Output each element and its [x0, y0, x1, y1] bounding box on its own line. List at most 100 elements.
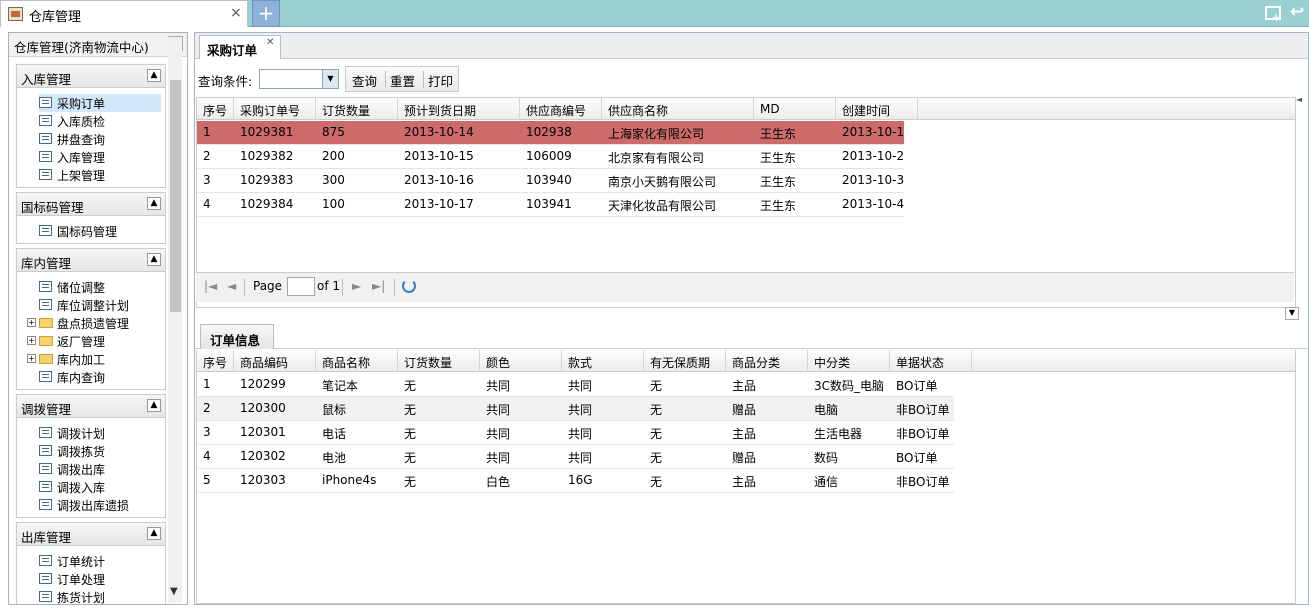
column-header[interactable]: 订货数量 — [316, 98, 398, 120]
column-header[interactable]: 创建时间 — [836, 98, 918, 120]
table-row[interactable]: 1 1029381 875 2013-10-14 102938 上海家化有限公司 王生东 20… — [197, 121, 904, 145]
collapse-group-icon[interactable]: ▲ — [147, 69, 161, 82]
table-cell: 16G — [568, 473, 593, 487]
nav-item[interactable]: 调拨计划 — [39, 424, 161, 442]
column-header[interactable]: 颜色 — [480, 350, 562, 372]
nav-item[interactable]: 订单处理 — [39, 570, 161, 588]
table-row[interactable]: 2 120300 鼠标 无 共同 共同 无 赠品 电脑 非BO订单 — [197, 397, 954, 421]
column-header[interactable]: 款式 — [562, 350, 644, 372]
nav-item[interactable]: 调拨出库 — [39, 460, 161, 478]
nav-item[interactable]: + 库内加工 — [27, 350, 161, 368]
collapse-down-icon[interactable]: ▼ — [1285, 307, 1299, 320]
scroll-down-icon[interactable]: ▼ — [170, 586, 178, 597]
prev-page-icon[interactable]: ◄ — [227, 279, 236, 293]
nav-group-title: 调拨管理 — [21, 402, 72, 417]
table-row[interactable]: 3 120301 电话 无 共同 共同 无 主品 生活电器 非BO订单 — [197, 421, 954, 445]
query-condition-select[interactable]: ▼ — [259, 69, 339, 89]
nav-item[interactable]: 上架管理 — [39, 166, 161, 184]
refresh-icon[interactable] — [402, 279, 416, 293]
column-header[interactable]: 序号 — [197, 350, 234, 372]
column-header[interactable]: 采购订单号 — [234, 98, 316, 120]
nav-item-label: 采购订单 — [57, 97, 106, 111]
column-header[interactable]: 有无保质期 — [644, 350, 726, 372]
nav-item[interactable]: 库内查询 — [39, 368, 161, 386]
table-cell: 1 — [203, 377, 211, 391]
tab-order-info-label: 订单信息 — [210, 333, 261, 348]
close-tab-icon[interactable]: × — [230, 5, 242, 21]
nav-item[interactable]: 拼盘查询 — [39, 130, 161, 148]
nav-item[interactable]: 订单统计 — [39, 552, 161, 570]
nav-item[interactable]: 库位调整计划 — [39, 296, 161, 314]
nav-item[interactable]: 调拨出库遗损 — [39, 496, 161, 514]
nav-item[interactable]: 拣货计划 — [39, 588, 161, 604]
tab-order-info[interactable]: 订单信息 — [200, 324, 274, 349]
reset-button[interactable]: 重置 — [390, 71, 415, 90]
column-header[interactable]: 供应商编号 — [520, 98, 602, 120]
nav-group-header[interactable]: 调拨管理 ▲ — [17, 395, 165, 418]
tab-purchase-order[interactable]: 采购订单 ✕ — [199, 35, 281, 59]
column-header[interactable]: 供应商名称 — [602, 98, 754, 120]
nav-item[interactable]: + 盘点损遗管理 — [27, 314, 161, 332]
chevron-down-icon[interactable]: ▼ — [322, 70, 338, 88]
column-header[interactable]: MD — [754, 98, 836, 120]
print-button[interactable]: 打印 — [428, 71, 453, 90]
nav-group-header[interactable]: 出库管理 ▲ — [17, 523, 165, 546]
nav-item[interactable]: + 返厂管理 — [27, 332, 161, 350]
table-cell: 1029382 — [240, 149, 294, 163]
nav-item[interactable]: 调拨入库 — [39, 478, 161, 496]
collapse-group-icon[interactable]: ▲ — [147, 527, 161, 540]
panel-resize-icon[interactable]: ◄ — [1296, 95, 1308, 115]
table-cell: 无 — [404, 475, 417, 489]
nav-group-header[interactable]: 国标码管理 ▲ — [17, 193, 165, 216]
collapse-group-icon[interactable]: ▲ — [147, 253, 161, 266]
tab-purchase-order-label: 采购订单 — [207, 43, 258, 58]
nav-group-title: 国标码管理 — [21, 200, 84, 215]
nav-item[interactable]: 国标码管理 — [39, 222, 161, 240]
table-row[interactable]: 4 120302 电池 无 共同 共同 无 赠品 数码 BO订单 — [197, 445, 954, 469]
next-page-icon[interactable]: ► — [352, 279, 361, 293]
nav-item[interactable]: 储位调整 — [39, 278, 161, 296]
column-header[interactable]: 序号 — [197, 98, 234, 120]
table-cell: 共同 — [486, 427, 511, 441]
expand-icon[interactable]: + — [27, 354, 36, 363]
table-row[interactable]: 5 120303 iPhone4s 无 白色 16G 无 主品 通信 非BO订单 — [197, 469, 954, 493]
nav-item[interactable]: 采购订单 — [39, 94, 161, 112]
table-cell: 无 — [650, 427, 663, 441]
column-header[interactable]: 商品编码 — [234, 350, 316, 372]
table-cell: 2013-10-4 — [842, 197, 905, 211]
first-page-icon[interactable]: |◄ — [204, 279, 217, 293]
last-page-icon[interactable]: ►| — [372, 279, 385, 293]
expand-icon[interactable]: + — [27, 336, 36, 345]
table-row[interactable]: 3 1029383 300 2013-10-16 103940 南京小天鹅有限公司 王生东 2… — [197, 169, 904, 193]
column-header[interactable]: 中分类 — [808, 350, 890, 372]
column-header[interactable]: 商品分类 — [726, 350, 808, 372]
nav-group-header[interactable]: 库内管理 ▲ — [17, 249, 165, 272]
table-cell: 103940 — [526, 173, 572, 187]
table-cell: 875 — [322, 125, 345, 139]
tab-warehouse-management[interactable]: 仓库管理 × — [0, 0, 248, 27]
column-header[interactable]: 商品名称 — [316, 350, 398, 372]
new-window-icon[interactable] — [1265, 6, 1281, 24]
nav-scrollbar-thumb[interactable] — [170, 80, 181, 312]
column-header[interactable]: 预计到货日期 — [398, 98, 520, 120]
column-header[interactable]: 订货数量 — [398, 350, 480, 372]
collapse-group-icon[interactable]: ▲ — [147, 399, 161, 412]
table-cell: 1029383 — [240, 173, 294, 187]
collapse-group-icon[interactable]: ▲ — [147, 197, 161, 210]
expand-icon[interactable]: + — [27, 318, 36, 327]
table-cell: 非BO订单 — [896, 475, 950, 489]
add-tab-button[interactable]: + — [252, 0, 280, 27]
nav-item[interactable]: 入库质检 — [39, 112, 161, 130]
column-header[interactable]: 单据状态 — [890, 350, 972, 372]
table-row[interactable]: 4 1029384 100 2013-10-17 103941 天津化妆品有限公司 王生东 2… — [197, 193, 904, 217]
page-number-input[interactable] — [287, 277, 315, 296]
nav-item[interactable]: 调拨拣货 — [39, 442, 161, 460]
nav-item[interactable]: 入库管理 — [39, 148, 161, 166]
table-row[interactable]: 2 1029382 200 2013-10-15 106009 北京家有有限公司 王生东 20… — [197, 145, 904, 169]
nav-group-header[interactable]: 入库管理 ▲ — [17, 65, 165, 88]
table-row[interactable]: 1 120299 笔记本 无 共同 共同 无 主品 3C数码_电脑 BO订单 — [197, 373, 954, 397]
close-tab-icon[interactable]: ✕ — [266, 37, 274, 48]
main-content-panel: 采购订单 ✕ 查询条件: ▼ 查询 重置 打印 ◄ 序号 采购订单号 订货数量 预计到… — [194, 32, 1309, 605]
query-button[interactable]: 查询 — [352, 71, 377, 90]
back-arrow-icon[interactable]: ↩ — [1290, 2, 1304, 22]
